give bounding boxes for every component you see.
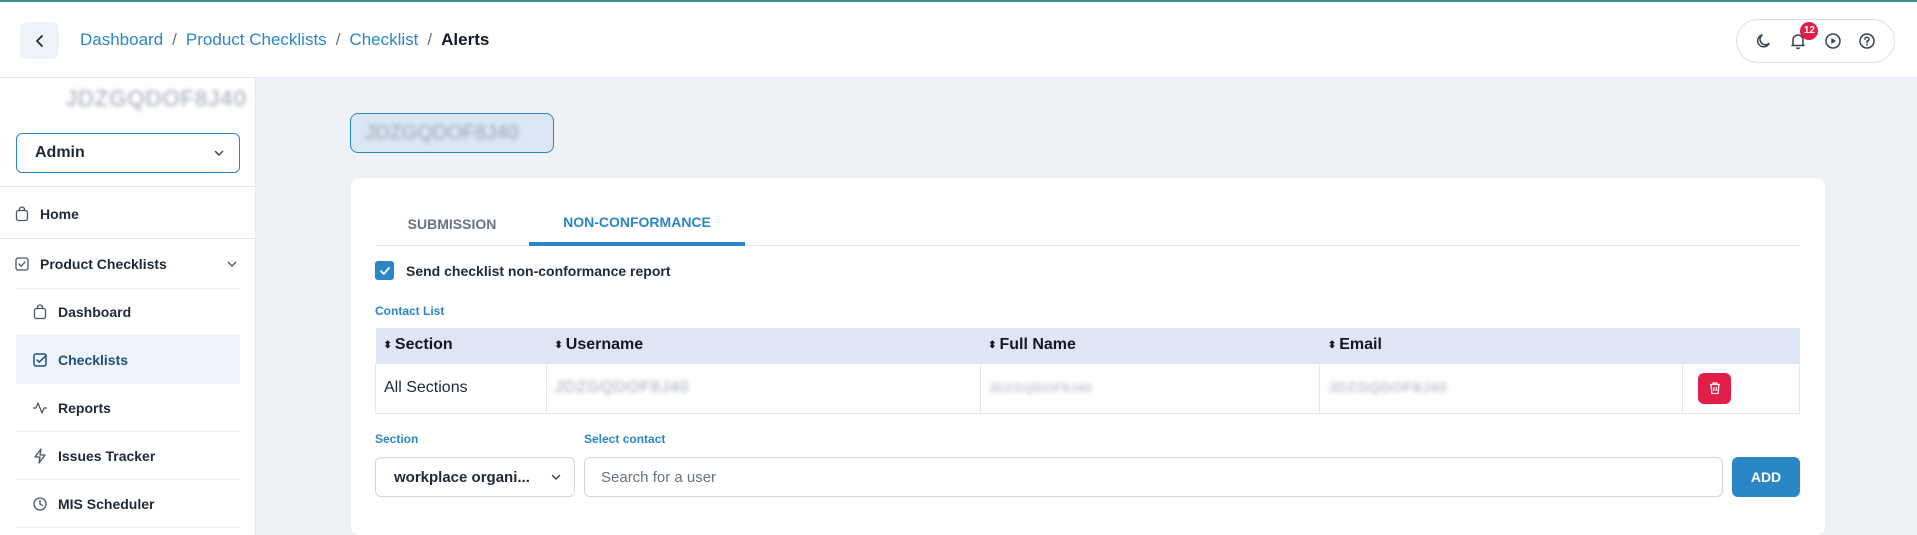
contact-search-input[interactable]: [584, 457, 1723, 497]
sort-icon: ⬍: [1327, 340, 1337, 352]
check-square-icon: [32, 352, 48, 368]
tab-submission[interactable]: SUBMISSION: [375, 202, 529, 246]
role-select[interactable]: Admin: [16, 133, 240, 173]
column-header-actions: [1682, 328, 1800, 363]
sort-icon: ⬍: [383, 340, 392, 352]
tab-non-conformance[interactable]: NON-CONFORMANCE: [529, 202, 745, 246]
sort-icon: ⬍: [554, 340, 563, 352]
chevron-down-icon: [227, 261, 237, 267]
sidebar-item-label: MIS Scheduler: [58, 495, 155, 512]
sidebar-item-reports[interactable]: Reports: [16, 384, 240, 432]
bag-icon: [32, 304, 48, 320]
top-actions: 12: [1736, 19, 1895, 63]
breadcrumb-dashboard[interactable]: Dashboard: [80, 30, 163, 50]
report-checkbox-row: Send checklist non-conformance report: [375, 261, 671, 280]
alerts-card: SUBMISSION NON-CONFORMANCE Send checklis…: [351, 178, 1825, 535]
sidebar-item-checklists[interactable]: Checklists: [16, 336, 240, 384]
sidebar-item-label: Home: [40, 206, 79, 222]
tab-bar: SUBMISSION NON-CONFORMANCE: [375, 202, 1800, 246]
sidebar: JDZGQDOF8J40 Admin Home Product Checklis…: [0, 78, 256, 535]
checklist-name: JDZGQDOF8J40: [365, 121, 519, 144]
breadcrumb-checklist[interactable]: Checklist: [349, 30, 418, 50]
top-bar: Dashboard / Product Checklists / Checkli…: [0, 0, 1917, 78]
chevron-down-icon: [214, 150, 224, 157]
role-select-value: Admin: [35, 144, 85, 161]
section-select[interactable]: workplace organi...: [375, 457, 575, 497]
organization-name: JDZGQDOF8J40: [66, 86, 247, 111]
sidebar-item-dashboard[interactable]: Dashboard: [16, 288, 240, 336]
sidebar-item-product-checklists[interactable]: Product Checklists: [0, 240, 256, 288]
sidebar-item-label: Product Checklists: [40, 256, 167, 272]
moon-icon: [1757, 34, 1770, 48]
cell-email: JDZGQDOF8J40: [1319, 362, 1684, 414]
cell-full-name: JDZGQDOF8J40: [979, 362, 1321, 414]
cell-section: All Sections: [375, 362, 547, 414]
sort-icon: ⬍: [988, 340, 997, 352]
contact-table: ⬍ Section ⬍ Username ⬍ Full Name ⬍ Email All…: [375, 328, 1800, 414]
contact-field-label: Select contact: [584, 432, 666, 446]
breadcrumb: Dashboard / Product Checklists / Checkli…: [80, 30, 489, 50]
bolt-icon: [32, 447, 48, 464]
help-button[interactable]: [1854, 28, 1880, 54]
check-icon: [379, 266, 390, 275]
sidebar-item-label: Reports: [58, 399, 111, 416]
breadcrumb-separator: /: [427, 30, 433, 49]
help-icon: [1859, 33, 1875, 49]
breadcrumb-separator: /: [335, 30, 341, 49]
contact-list-label: Contact List: [375, 304, 445, 318]
sidebar-item-label: Issues Tracker: [58, 447, 156, 464]
delete-contact-button[interactable]: [1698, 372, 1732, 404]
sidebar-item-label: Checklists: [58, 351, 129, 368]
sidebar-item-issues-tracker[interactable]: Issues Tracker: [16, 432, 240, 480]
nav-divider: [0, 238, 256, 239]
sidebar-item-mis-scheduler[interactable]: MIS Scheduler: [16, 480, 240, 528]
chevron-left-icon: [35, 34, 43, 47]
section-field-label: Section: [375, 432, 419, 446]
report-checkbox[interactable]: [375, 261, 394, 280]
section-select-value: workplace organi...: [394, 468, 530, 486]
notifications-button[interactable]: 12: [1785, 22, 1819, 54]
column-header-section[interactable]: ⬍ Section: [375, 328, 547, 363]
play-icon: [1824, 33, 1841, 49]
cell-actions: [1682, 362, 1800, 414]
column-header-full-name[interactable]: ⬍ Full Name: [980, 328, 1320, 363]
chevron-down-icon: [551, 474, 561, 481]
table-header-row: ⬍ Section ⬍ Username ⬍ Full Name ⬍ Email: [375, 328, 1800, 363]
cell-username: JDZGQDOF8J40: [545, 362, 981, 414]
dark-mode-button[interactable]: [1751, 28, 1777, 54]
report-checkbox-label: Send checklist non-conformance report: [406, 262, 671, 279]
back-button[interactable]: [20, 22, 59, 59]
column-header-username[interactable]: ⬍ Username: [546, 328, 981, 363]
notification-badge: 12: [1800, 22, 1819, 40]
breadcrumb-product-checklists[interactable]: Product Checklists: [186, 30, 327, 50]
clock-icon: [32, 496, 48, 512]
trash-icon: [1709, 382, 1720, 395]
table-row: All Sections JDZGQDOF8J40 JDZGQDOF8J40 J…: [375, 362, 1800, 414]
nav-divider: [0, 186, 256, 187]
add-contact-button[interactable]: ADD: [1732, 457, 1800, 497]
sidebar-item-label: Dashboard: [58, 304, 132, 320]
play-button[interactable]: [1820, 28, 1846, 54]
checkbox-icon: [14, 256, 30, 272]
checklist-name-badge: JDZGQDOF8J40: [350, 113, 554, 153]
sidebar-item-home[interactable]: Home: [0, 190, 256, 238]
breadcrumb-current: Alerts: [441, 30, 490, 49]
activity-icon: [32, 400, 48, 416]
column-header-email[interactable]: ⬍ Email: [1319, 328, 1683, 363]
bag-icon: [14, 206, 30, 222]
breadcrumb-separator: /: [172, 30, 177, 49]
